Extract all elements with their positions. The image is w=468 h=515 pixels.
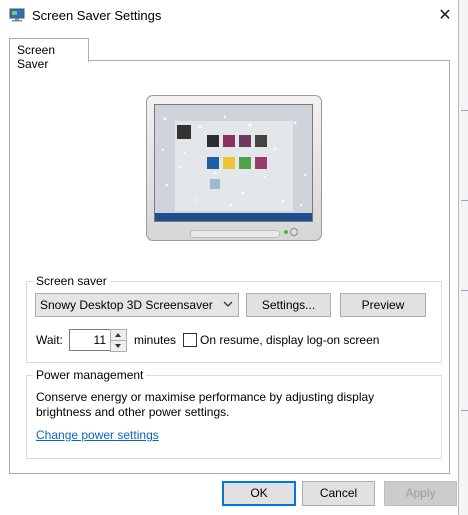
close-icon[interactable]: ✕ — [430, 2, 460, 30]
screen-saver-group-label: Screen saver — [33, 274, 110, 288]
screen-saver-settings-window: Screen Saver Settings ✕ Screen Saver Scr… — [0, 0, 459, 515]
resume-logon-label[interactable]: On resume, display log-on screen — [200, 333, 379, 347]
screen-saver-dropdown[interactable]: Snowy Desktop 3D Screensaver — [35, 293, 239, 317]
cancel-button[interactable]: Cancel — [302, 481, 375, 506]
power-management-description: Conserve energy or maximise performance … — [36, 390, 375, 419]
power-management-group-label: Power management — [33, 368, 147, 382]
window-title: Screen Saver Settings — [32, 8, 162, 23]
spin-down-icon[interactable] — [110, 340, 127, 352]
background-divider — [461, 200, 468, 201]
tab-label: Screen Saver — [17, 43, 56, 71]
settings-button[interactable]: Settings... — [246, 293, 331, 317]
wait-value: 11 — [93, 333, 106, 347]
background-divider — [461, 110, 468, 111]
resume-logon-checkbox[interactable] — [183, 333, 197, 347]
tab-screen-saver[interactable]: Screen Saver — [9, 38, 89, 71]
minutes-label: minutes — [134, 333, 177, 347]
monitor-power-icon — [290, 228, 298, 236]
chevron-down-icon — [222, 298, 234, 310]
wait-minutes-input[interactable]: 11 — [69, 329, 111, 351]
change-power-settings-link[interactable]: Change power settings — [36, 428, 159, 442]
wait-label: Wait: — [36, 333, 63, 347]
screen-preview-image — [154, 104, 313, 222]
screen-saver-app-icon — [9, 8, 25, 22]
monitor-slot — [190, 230, 280, 238]
apply-button[interactable]: Apply — [384, 481, 457, 506]
title-bar: Screen Saver Settings ✕ — [0, 0, 458, 32]
background-window-edge — [459, 0, 468, 515]
power-led — [284, 230, 288, 234]
background-divider — [461, 290, 468, 291]
background-divider — [461, 410, 468, 411]
preview-button[interactable]: Preview — [340, 293, 426, 317]
ok-button[interactable]: OK — [222, 481, 296, 506]
screen-saver-selected: Snowy Desktop 3D Screensaver — [40, 298, 213, 312]
